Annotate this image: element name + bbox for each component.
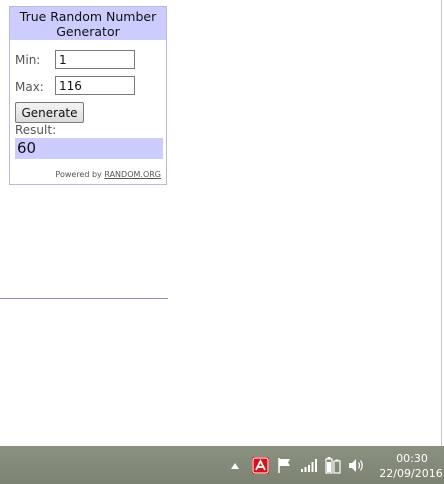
max-input[interactable] xyxy=(55,76,135,95)
action-center-flag-icon[interactable] xyxy=(277,457,293,474)
min-input[interactable] xyxy=(55,50,135,69)
clock-time[interactable]: 00:30 xyxy=(383,452,441,465)
max-label: Max: xyxy=(15,80,44,94)
generate-button[interactable]: Generate xyxy=(15,102,84,123)
result-value: 60 xyxy=(15,138,163,159)
clock-date[interactable]: 22/09/2016 xyxy=(378,467,444,480)
widget-title: True Random Number Generator xyxy=(10,7,166,40)
result-label: Result: xyxy=(15,123,57,137)
network-signal-icon[interactable] xyxy=(300,458,318,473)
min-label: Min: xyxy=(15,53,41,67)
show-hidden-icons-arrow-icon[interactable] xyxy=(230,462,240,470)
volume-icon[interactable] xyxy=(348,457,366,474)
random-number-widget: True Random Number Generator Min: Max: G… xyxy=(9,6,167,185)
powered-by-text: Powered by xyxy=(55,170,102,179)
avira-antivirus-icon[interactable] xyxy=(252,457,269,474)
battery-power-icon[interactable] xyxy=(325,456,341,475)
window-edge xyxy=(441,0,442,446)
powered-by: Powered by RANDOM.ORG xyxy=(55,170,161,179)
divider-line xyxy=(0,298,168,299)
taskbar: 00:30 22/09/2016 xyxy=(0,446,444,484)
random-org-link[interactable]: RANDOM.ORG xyxy=(104,170,161,179)
screen: True Random Number Generator Min: Max: G… xyxy=(0,0,444,484)
